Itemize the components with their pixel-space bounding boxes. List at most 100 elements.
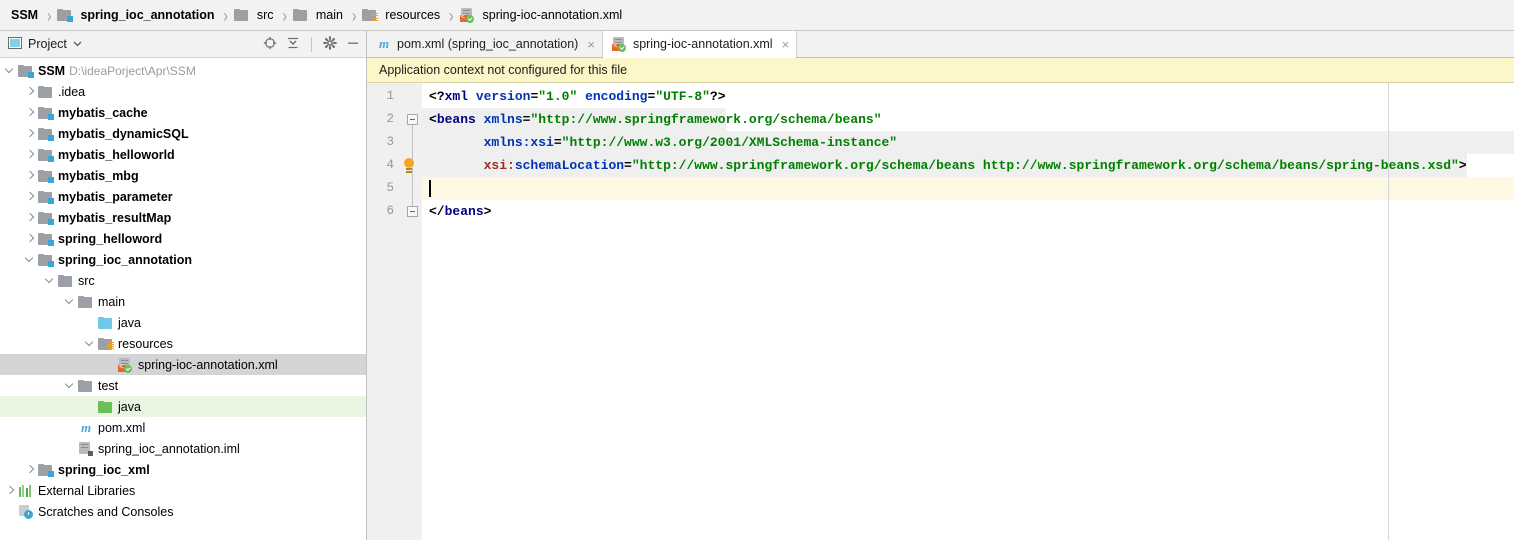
- project-title-group[interactable]: Project: [8, 36, 82, 53]
- editor-gutter[interactable]: 1 2 3 4 5 6: [367, 83, 422, 540]
- module-icon: [38, 462, 54, 478]
- code-token: beans: [436, 112, 476, 127]
- module-icon: [38, 252, 54, 268]
- tree-arrow-spacer: [64, 421, 77, 434]
- tree-row[interactable]: m pom.xml: [0, 417, 366, 438]
- tree-expand-arrow-right-icon[interactable]: [24, 232, 37, 245]
- tree-expand-arrow-right-icon[interactable]: [24, 127, 37, 140]
- libraries-icon: [18, 483, 34, 499]
- tree-row[interactable]: mybatis_cache: [0, 102, 366, 123]
- tree-row[interactable]: main: [0, 291, 366, 312]
- code-line: <beans xmlns="http://www.springframework…: [429, 108, 882, 131]
- editor-tab-spring-ioc-annotation.xml[interactable]: spring-ioc-annotation.xml ×: [602, 31, 798, 58]
- tree-row[interactable]: .idea: [0, 81, 366, 102]
- tree-row[interactable]: External Libraries: [0, 480, 366, 501]
- code-token: "http://www.springframework.org/schema/b…: [631, 158, 1459, 173]
- chevron-down-icon[interactable]: [73, 37, 82, 51]
- tree-row[interactable]: mybatis_helloworld: [0, 144, 366, 165]
- breadcrumb-item-src[interactable]: src: [232, 0, 279, 30]
- tree-expand-arrow-down-icon[interactable]: [64, 295, 77, 308]
- tree-row[interactable]: mybatis_dynamicSQL: [0, 123, 366, 144]
- close-tab-icon[interactable]: ×: [782, 38, 790, 51]
- breadcrumb-label: resources: [385, 8, 441, 22]
- tree-expand-arrow-right-icon[interactable]: [24, 190, 37, 203]
- tree-row[interactable]: SSM D:\ideaPorject\Apr\SSM: [0, 60, 366, 81]
- hide-window-icon[interactable]: [346, 36, 360, 53]
- maven-icon: m: [80, 419, 92, 435]
- tree-node-label: Scratches and Consoles: [38, 504, 174, 519]
- settings-gear-icon[interactable]: [323, 35, 337, 53]
- tree-row[interactable]: spring_ioc_annotation: [0, 249, 366, 270]
- code-line: xsi:schemaLocation="http://www.springfra…: [429, 154, 1467, 177]
- tree-expand-arrow-down-icon[interactable]: [84, 337, 97, 350]
- editor-tab-label: spring-ioc-annotation.xml: [632, 37, 773, 51]
- tree-expand-arrow-right-icon[interactable]: [24, 211, 37, 224]
- project-tree[interactable]: SSM D:\ideaPorject\Apr\SSM .idea mybatis_ca…: [0, 58, 366, 540]
- tree-row[interactable]: resources: [0, 333, 366, 354]
- tree-node-label: mybatis_resultMap: [58, 210, 172, 225]
- module-icon: [38, 210, 54, 226]
- breadcrumb-item-resources[interactable]: resources: [360, 0, 445, 30]
- code-text-area[interactable]: <?xml version="1.0" encoding="UTF-8"?> <b…: [422, 83, 1514, 540]
- tree-row[interactable]: mybatis_parameter: [0, 186, 366, 207]
- spring-xml-icon: [118, 357, 134, 373]
- tree-node-label: spring_ioc_annotation: [58, 252, 193, 267]
- code-token: "http://www.w3.org/2001/XMLSchema-instan…: [561, 135, 898, 150]
- tree-expand-arrow-right-icon[interactable]: [4, 484, 17, 497]
- tree-row[interactable]: test: [0, 375, 366, 396]
- code-token: <?: [429, 89, 445, 104]
- main-split: Project SSM D:\ideaPorject\Apr\SSM .idea…: [0, 31, 1514, 540]
- tree-node-label: spring_helloword: [58, 231, 163, 246]
- code-token: encoding: [585, 89, 648, 104]
- code-token: =: [624, 158, 632, 173]
- tree-row[interactable]: java: [0, 396, 366, 417]
- tree-expand-arrow-down-icon[interactable]: [64, 379, 77, 392]
- resources-folder-icon: [362, 7, 379, 23]
- tree-row[interactable]: src: [0, 270, 366, 291]
- code-token: "http://www.springframework.org/schema/b…: [530, 112, 882, 127]
- project-panel-actions: [263, 35, 360, 53]
- code-token: >: [1458, 158, 1467, 173]
- close-tab-icon[interactable]: ×: [587, 38, 595, 51]
- tree-row[interactable]: spring_helloword: [0, 228, 366, 249]
- tree-expand-arrow-right-icon[interactable]: [24, 148, 37, 161]
- breadcrumb-item-ssm[interactable]: SSM: [6, 0, 43, 30]
- intention-bulb-icon[interactable]: [403, 158, 415, 174]
- tree-row[interactable]: java: [0, 312, 366, 333]
- breadcrumb-item-spring-ioc-annotation[interactable]: spring_ioc_annotation: [55, 0, 219, 30]
- tree-expand-arrow-right-icon[interactable]: [24, 169, 37, 182]
- tree-row[interactable]: spring_ioc_xml: [0, 459, 366, 480]
- tree-expand-arrow-down-icon[interactable]: [44, 274, 57, 287]
- locate-in-tree-icon[interactable]: [263, 36, 277, 53]
- tree-row[interactable]: mybatis_resultMap: [0, 207, 366, 228]
- tree-node-path: D:\ideaPorject\Apr\SSM: [69, 63, 196, 78]
- editor-notification-bar: Application context not configured for t…: [367, 58, 1514, 83]
- folder-icon: [233, 7, 250, 23]
- editor-tab-pom.xml[interactable]: m pom.xml (spring_ioc_annotation) ×: [367, 31, 603, 57]
- tree-row[interactable]: spring_ioc_annotation.iml: [0, 438, 366, 459]
- folder-icon: [78, 294, 94, 310]
- breadcrumb-item-spring-ioc-annotation-xml[interactable]: spring-ioc-annotation.xml: [458, 0, 628, 30]
- tree-arrow-spacer: [4, 505, 17, 518]
- tree-row[interactable]: mybatis_mbg: [0, 165, 366, 186]
- code-editor[interactable]: 123456 <?xml version="1.0" encoding="UTF…: [367, 83, 1514, 540]
- tree-row[interactable]: spring-ioc-annotation.xml: [0, 354, 366, 375]
- tree-expand-arrow-right-icon[interactable]: [24, 106, 37, 119]
- code-fold-marker[interactable]: [407, 114, 418, 125]
- code-fold-marker[interactable]: [407, 206, 418, 217]
- tree-expand-arrow-right-icon[interactable]: [24, 85, 37, 98]
- breadcrumb-label: main: [315, 8, 343, 22]
- tree-expand-arrow-down-icon[interactable]: [4, 64, 17, 77]
- text-caret: [429, 180, 431, 197]
- tree-expand-arrow-right-icon[interactable]: [24, 463, 37, 476]
- tree-expand-arrow-down-icon[interactable]: [24, 253, 37, 266]
- code-line: <?xml version="1.0" encoding="UTF-8"?>: [429, 85, 726, 108]
- collapse-all-icon[interactable]: [286, 36, 300, 53]
- breadcrumb: SSM › spring_ioc_annotation › src › main › resou…: [0, 0, 1514, 31]
- breadcrumb-separator: ›: [351, 4, 357, 26]
- tree-row[interactable]: Scratches and Consoles: [0, 501, 366, 522]
- folder-icon: [58, 273, 74, 289]
- breadcrumb-item-main[interactable]: main: [291, 0, 348, 30]
- code-token: xmlns: [483, 112, 523, 127]
